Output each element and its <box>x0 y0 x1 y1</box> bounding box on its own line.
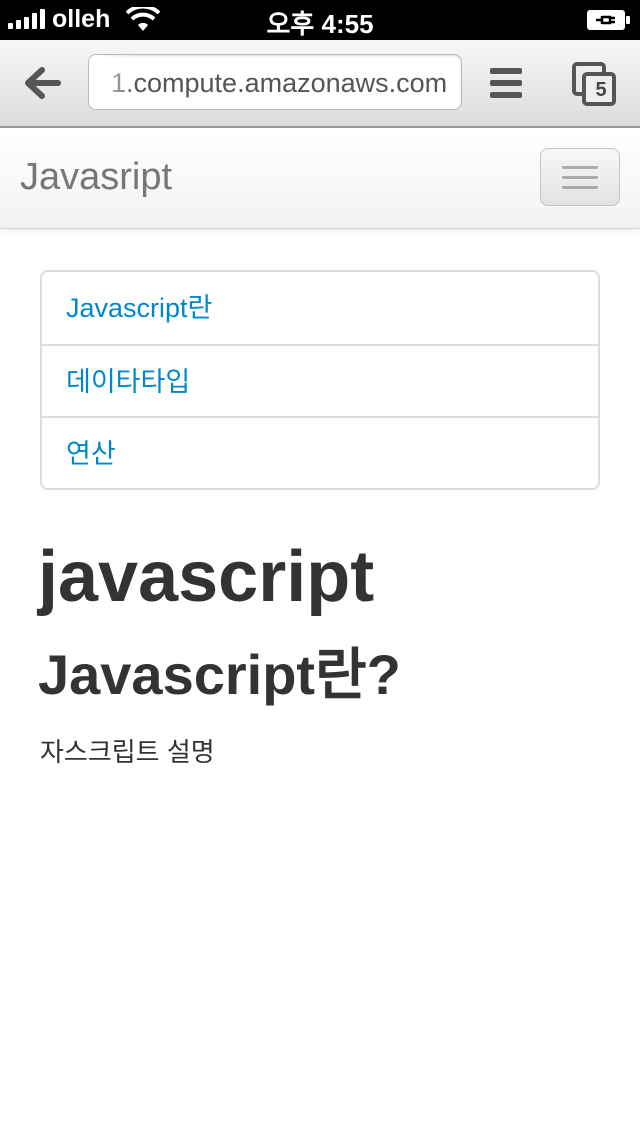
menu-icon[interactable] <box>488 66 524 100</box>
url-text: 1.compute.amazonaws.com <box>111 68 448 98</box>
url-field[interactable]: 1.compute.amazonaws.com <box>88 54 462 110</box>
section-title: Javascript란? <box>38 643 401 706</box>
tabs-button[interactable]: 5 <box>570 60 618 108</box>
nav-toggle-button[interactable] <box>540 148 620 206</box>
brand-link[interactable]: Javasript <box>20 156 172 199</box>
hamburger-icon <box>562 176 598 179</box>
battery-charging-icon <box>587 10 630 30</box>
site-navbar: Javasript <box>0 128 640 229</box>
nav-item-datatype[interactable]: 데이타타입 <box>42 344 598 416</box>
nav-list: Javascript란 데이타타입 연산 <box>40 270 600 490</box>
browser-toolbar: 1.compute.amazonaws.com 5 <box>0 40 640 128</box>
url-fade <box>89 55 137 109</box>
back-arrow-icon[interactable] <box>20 60 66 106</box>
nav-item-javascript[interactable]: Javascript란 <box>42 272 598 344</box>
hamburger-icon <box>562 186 598 189</box>
page-title: javascript <box>38 537 375 617</box>
status-bar: olleh 오후 4:55 <box>0 0 640 40</box>
section-text: 자스크립트 설명 <box>40 737 215 767</box>
hamburger-icon <box>562 166 598 169</box>
tab-count: 5 <box>595 79 607 101</box>
nav-item-operation[interactable]: 연산 <box>42 416 598 488</box>
status-time: 오후 4:55 <box>266 9 374 39</box>
